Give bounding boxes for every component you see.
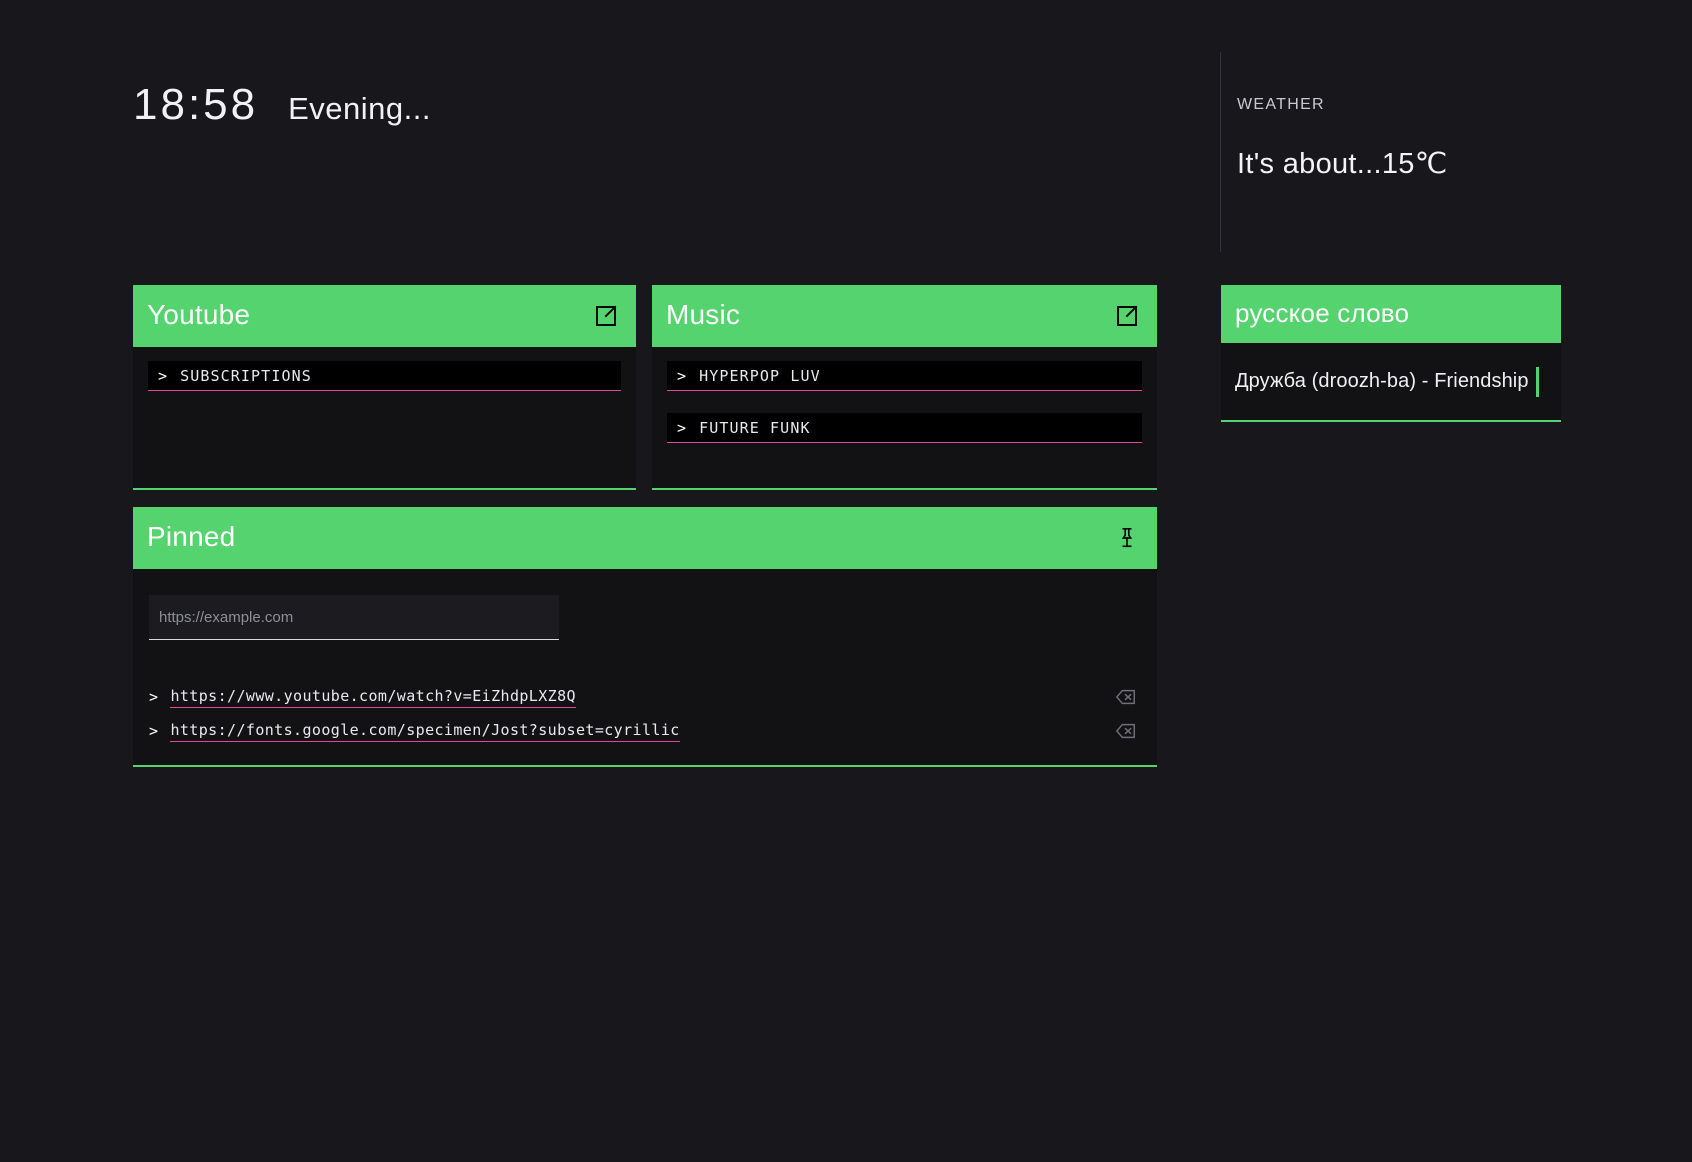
- card-pinned-body: > https://www.youtube.com/watch?v=EiZhdp…: [133, 569, 1157, 766]
- card-russian-body: Дружба (droozh-ba) - Friendship: [1221, 343, 1561, 420]
- card-music-header: Music: [652, 285, 1157, 347]
- top-bar: 18:58 Evening... WEATHER It's about...15…: [0, 0, 1692, 265]
- card-pinned: Pinned > https://www.youtube.com/watch?v…: [133, 507, 1157, 767]
- music-item-label: HYPERPOP LUV: [699, 367, 821, 385]
- pinned-link[interactable]: > https://www.youtube.com/watch?v=EiZhdp…: [149, 687, 576, 708]
- backspace-delete-icon[interactable]: [1115, 720, 1137, 742]
- card-pinned-title: Pinned: [147, 520, 236, 552]
- weather-label: WEATHER: [1237, 96, 1325, 113]
- card-music-body: > HYPERPOP LUV > FUTURE FUNK: [652, 347, 1157, 461]
- russian-word-text: Дружба (droozh-ba) - Friendship: [1235, 370, 1529, 392]
- pinned-link[interactable]: > https://fonts.google.com/specimen/Jost…: [149, 721, 680, 742]
- clock-greeting: Evening...: [288, 91, 431, 126]
- youtube-item[interactable]: > SUBSCRIPTIONS: [148, 361, 621, 391]
- music-item[interactable]: > FUTURE FUNK: [667, 413, 1142, 443]
- weather-widget: WEATHER It's about...15℃: [1220, 52, 1448, 252]
- card-russian-title: русское слово: [1235, 297, 1410, 328]
- card-pinned-header: Pinned: [133, 507, 1157, 569]
- card-russian-header: русское слово: [1221, 285, 1561, 343]
- external-link-icon[interactable]: [1115, 304, 1139, 328]
- pinned-link-url: https://www.youtube.com/watch?v=EiZhdpLX…: [170, 687, 576, 708]
- pin-icon[interactable]: [1115, 526, 1139, 550]
- card-youtube: Youtube > SUBSCRIPTIONS: [133, 285, 636, 490]
- caret-icon: >: [149, 688, 159, 706]
- caret-icon: >: [677, 419, 688, 437]
- card-russian-word: русское слово Дружба (droozh-ba) - Frien…: [1221, 285, 1561, 422]
- weather-value: It's about...15℃: [1237, 148, 1448, 180]
- caret-icon: >: [158, 367, 169, 385]
- youtube-item-label: SUBSCRIPTIONS: [180, 367, 312, 385]
- pinned-row: > https://www.youtube.com/watch?v=EiZhdp…: [149, 686, 1141, 708]
- text-cursor: [1536, 366, 1539, 397]
- pinned-row: > https://fonts.google.com/specimen/Jost…: [149, 720, 1141, 742]
- card-youtube-title: Youtube: [147, 298, 251, 330]
- pinned-link-url: https://fonts.google.com/specimen/Jost?s…: [170, 721, 680, 742]
- card-music: Music > HYPERPOP LUV > FUTURE FUNK: [652, 285, 1157, 490]
- external-link-icon[interactable]: [594, 304, 618, 328]
- clock-time: 18:58: [133, 80, 259, 129]
- pinned-url-input[interactable]: [149, 595, 559, 640]
- backspace-delete-icon[interactable]: [1115, 686, 1137, 708]
- caret-icon: >: [677, 367, 688, 385]
- clock-block: 18:58 Evening...: [133, 83, 431, 127]
- music-item[interactable]: > HYPERPOP LUV: [667, 361, 1142, 391]
- card-music-title: Music: [666, 298, 741, 330]
- card-youtube-body: > SUBSCRIPTIONS: [133, 347, 636, 409]
- caret-icon: >: [149, 722, 159, 740]
- pinned-links-list: > https://www.youtube.com/watch?v=EiZhdp…: [149, 686, 1141, 742]
- card-youtube-header: Youtube: [133, 285, 636, 347]
- music-item-label: FUTURE FUNK: [699, 419, 811, 437]
